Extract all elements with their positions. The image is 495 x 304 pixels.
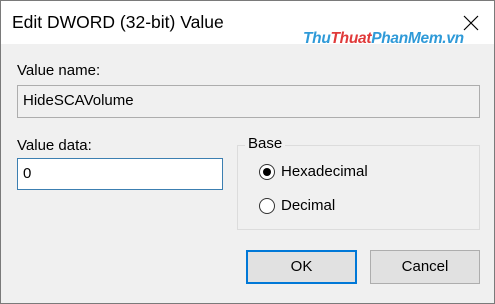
value-data-label: Value data: [17,137,92,154]
radio-hexadecimal-label: Hexadecimal [281,163,368,180]
radio-decimal-button[interactable] [259,197,275,214]
window-title: Edit DWORD (32-bit) Value [12,12,224,32]
watermark: ThuThuatPhanMem.vn [303,30,464,48]
base-legend: Base [245,135,286,152]
watermark-part-3: PhanMem.vn [371,30,464,47]
radio-hexadecimal-button[interactable] [259,163,275,180]
ok-button[interactable]: OK [246,250,357,284]
watermark-part-1: Thu [303,30,331,47]
edit-dword-dialog: Edit DWORD (32-bit) Value ThuThuatPhanMe… [0,0,495,304]
watermark-part-2: Thuat [330,30,372,47]
base-groupbox [237,145,480,230]
radio-decimal[interactable]: Decimal [259,197,335,214]
value-name-label: Value name: [17,62,101,79]
value-data-input[interactable]: 0 [17,158,223,190]
cancel-button[interactable]: Cancel [370,250,480,284]
close-icon [463,15,479,30]
value-name-field[interactable]: HideSCAVolume [17,85,480,118]
radio-decimal-label: Decimal [281,197,336,214]
radio-hexadecimal[interactable]: Hexadecimal [259,163,368,180]
